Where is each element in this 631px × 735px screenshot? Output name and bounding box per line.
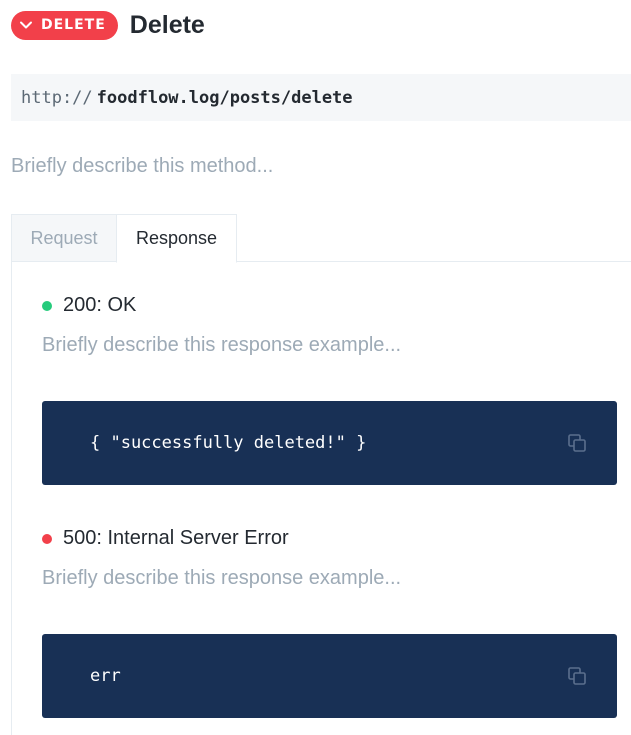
status-dot-error	[42, 533, 52, 544]
page-title[interactable]: Delete	[130, 11, 205, 40]
method-header: DELETE Delete	[11, 10, 205, 40]
response-title-200: 200: OK	[42, 294, 136, 317]
response-title-500: 500: Internal Server Error	[42, 527, 289, 550]
url-path[interactable]: foodflow.log/posts/delete	[97, 88, 353, 108]
url-scheme: http://	[21, 87, 93, 108]
copy-icon[interactable]	[567, 433, 587, 453]
code-text: err	[90, 666, 121, 686]
response-description-input[interactable]: Briefly describe this response example..…	[42, 334, 401, 357]
copy-icon[interactable]	[567, 666, 587, 686]
tab-response[interactable]: Response	[116, 214, 237, 263]
response-panel: 200: OK Briefly describe this response e…	[11, 262, 631, 735]
status-dot-success	[42, 300, 52, 311]
url-bar[interactable]: http:// foodflow.log/posts/delete	[11, 74, 631, 121]
code-block[interactable]: err	[42, 634, 617, 718]
chevron-down-icon	[20, 21, 32, 29]
response-description-input[interactable]: Briefly describe this response example..…	[42, 567, 401, 590]
response-status-label: 200: OK	[63, 294, 137, 316]
response-status-label: 500: Internal Server Error	[63, 527, 289, 549]
code-text: { "successfully deleted!" }	[90, 433, 367, 453]
method-badge[interactable]: DELETE	[11, 10, 118, 40]
tab-bar: Request Response	[11, 214, 631, 263]
method-label: DELETE	[41, 17, 106, 33]
tab-request[interactable]: Request	[11, 214, 116, 262]
code-block[interactable]: { "successfully deleted!" }	[42, 401, 617, 485]
method-description-input[interactable]: Briefly describe this method...	[11, 155, 273, 178]
